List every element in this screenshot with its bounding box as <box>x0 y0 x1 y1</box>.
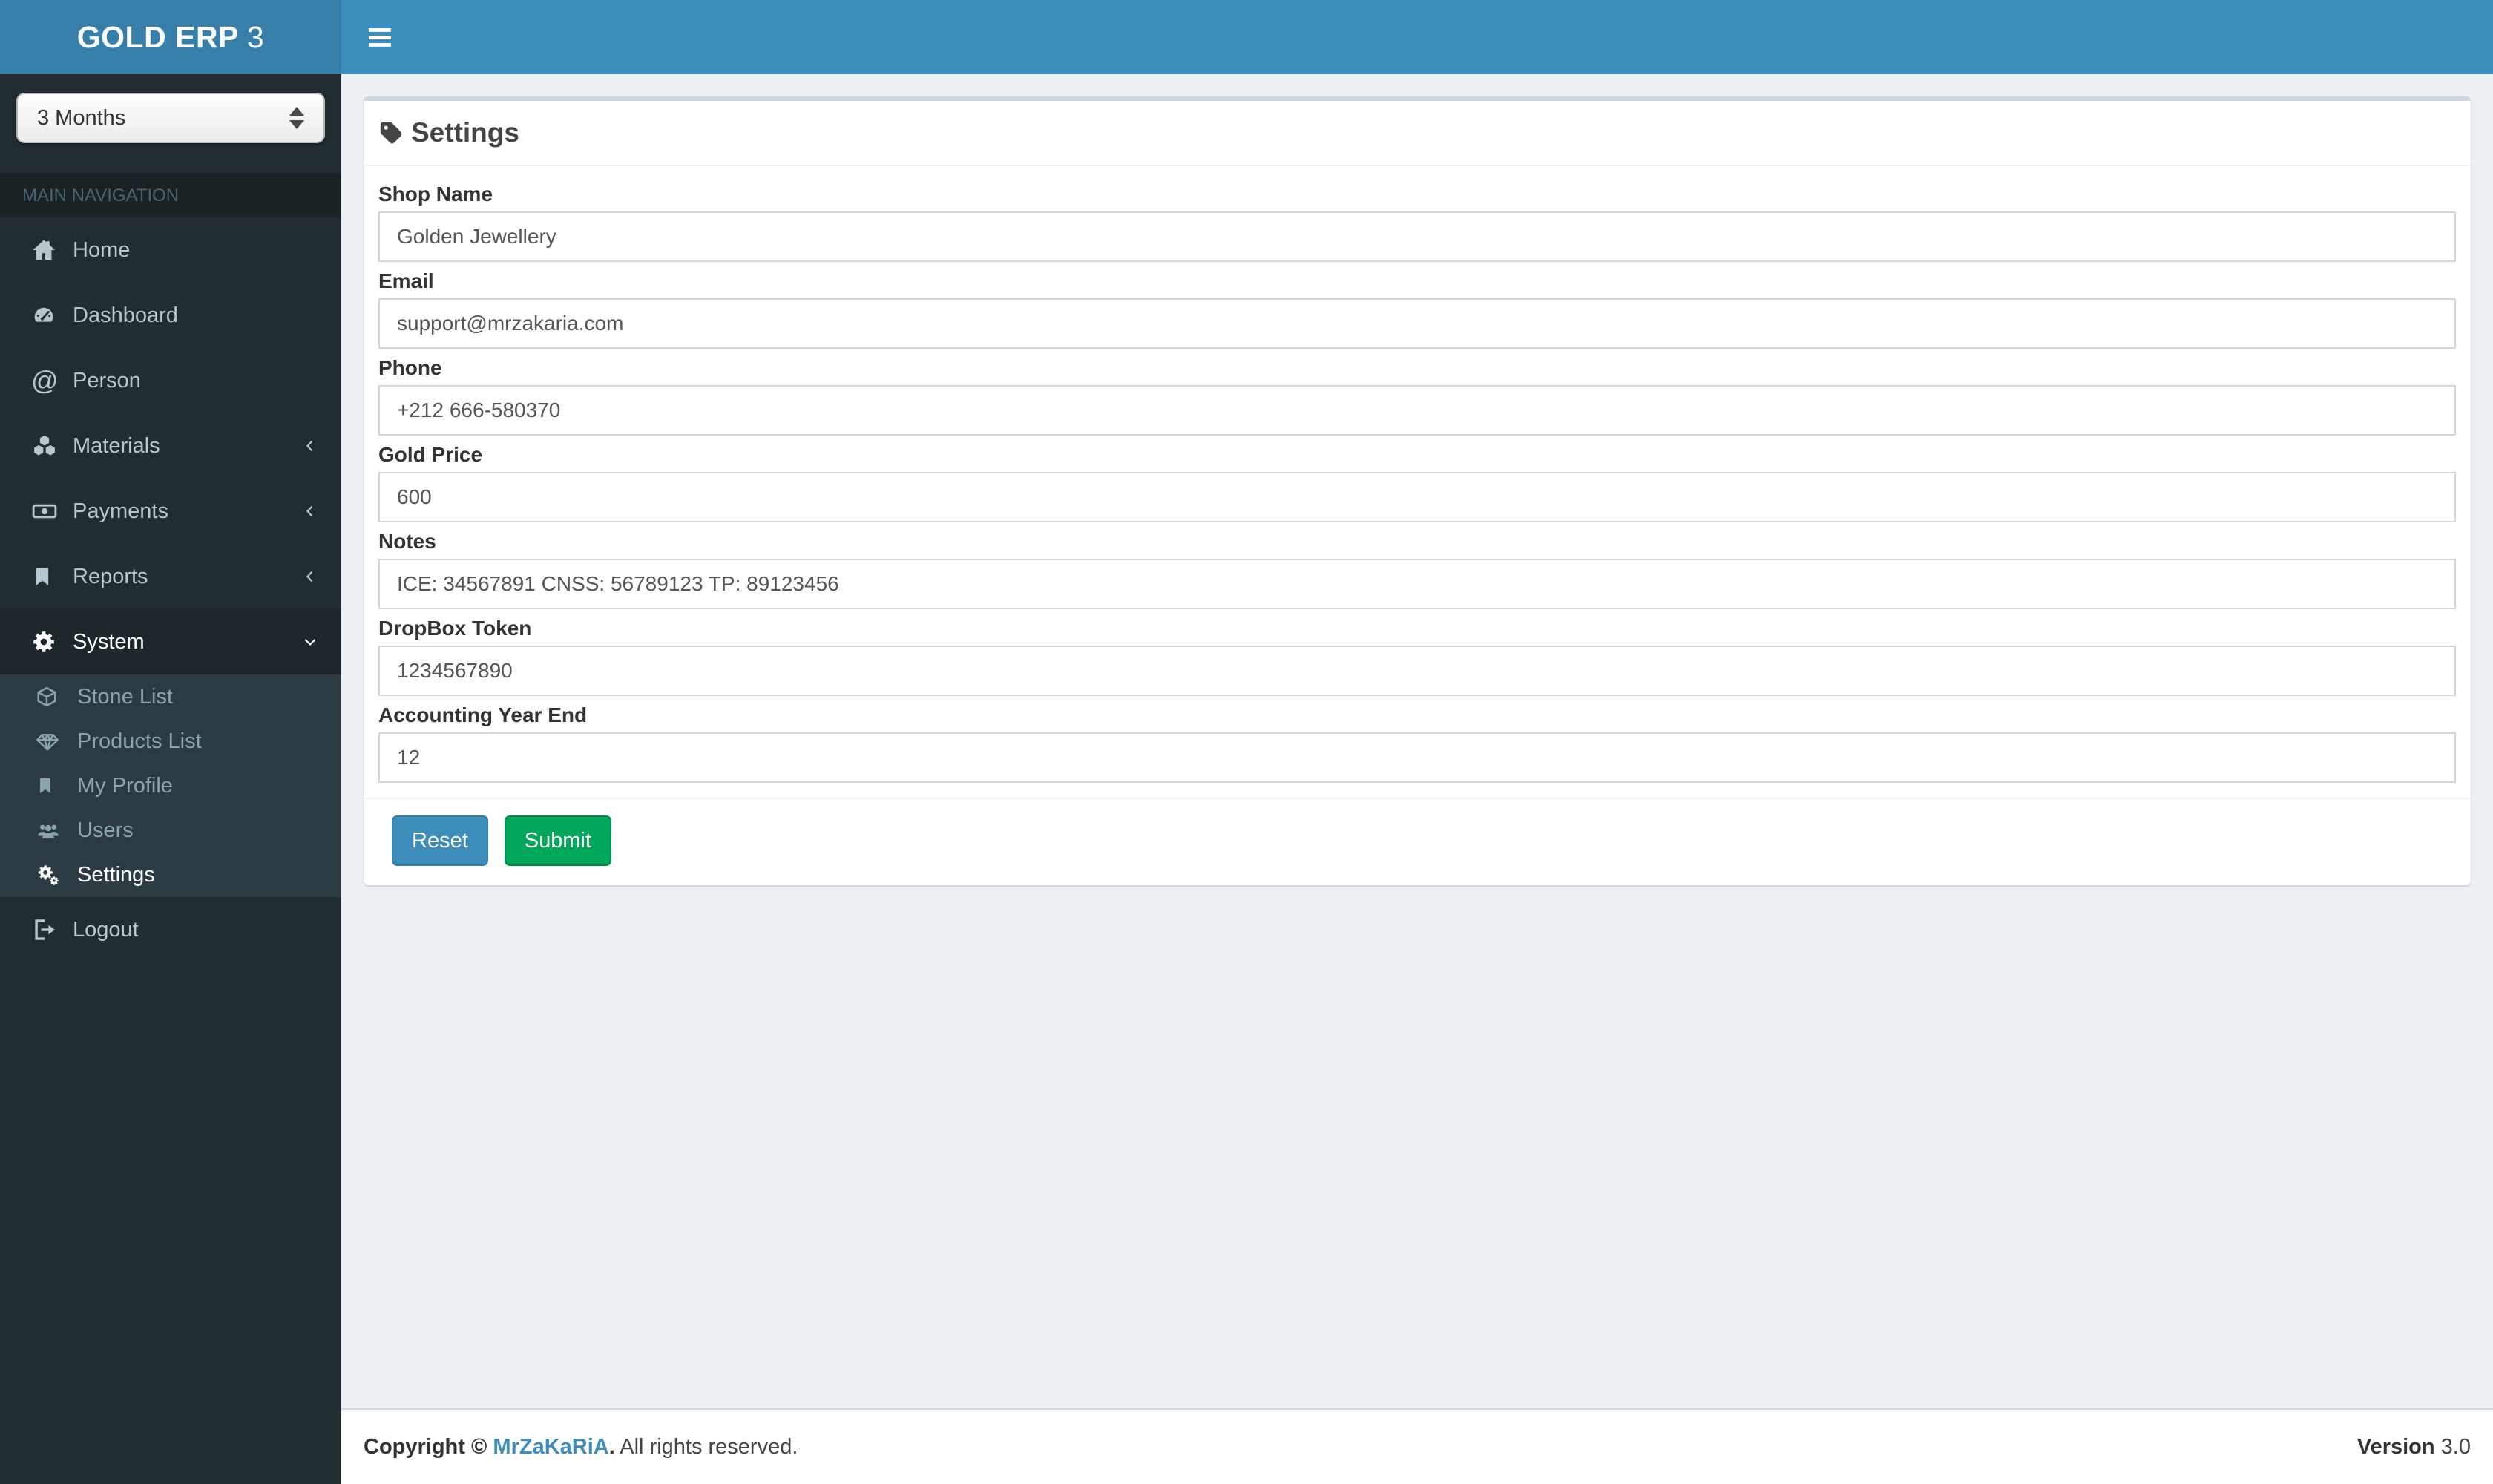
form-group: Gold Price <box>378 443 2456 522</box>
field-label: DropBox Token <box>378 617 532 640</box>
home-icon <box>31 237 61 263</box>
email-input[interactable] <box>378 298 2456 349</box>
sidebar-item-dashboard[interactable]: Dashboard <box>0 283 341 348</box>
copyright-prefix: Copyright © <box>364 1434 487 1459</box>
field-label: Gold Price <box>378 443 483 466</box>
settings-form: Shop Name Email Phone Gold Price Notes D… <box>364 166 2471 798</box>
form-group: DropBox Token <box>378 617 2456 696</box>
top-navbar <box>341 0 2493 74</box>
sidebar-item-stone-list[interactable]: Stone List <box>0 674 341 719</box>
chevron-left-icon <box>301 502 319 520</box>
reset-button[interactable]: Reset <box>392 815 488 866</box>
system-submenu: Stone List Products List My Profile User… <box>0 674 341 897</box>
at-icon: @ <box>31 365 59 395</box>
field-label: Shop Name <box>378 183 493 206</box>
period-select-value: 3 Months <box>37 105 126 130</box>
settings-card: Settings Shop Name Email Phone Gold Pric… <box>364 96 2471 885</box>
content-area: Settings Shop Name Email Phone Gold Pric… <box>341 74 2493 1408</box>
cube-icon <box>36 685 68 709</box>
form-group: Shop Name <box>378 183 2456 262</box>
tag-icon <box>378 120 404 145</box>
version-number: 3.0 <box>2440 1434 2471 1459</box>
sidebar-item-reports[interactable]: Reports <box>0 544 341 609</box>
card-footer: Reset Submit <box>364 798 2471 885</box>
field-label: Notes <box>378 530 436 553</box>
page-title: Settings <box>378 117 519 148</box>
submit-button[interactable]: Submit <box>504 815 612 866</box>
brand-bold: GOLD ERP <box>76 19 239 54</box>
main-header: GOLD ERP 3 <box>0 0 2493 74</box>
page-title-text: Settings <box>411 117 519 148</box>
nav-item-label: Logout <box>73 917 139 942</box>
nav-item-label: Materials <box>73 433 160 458</box>
shop-name-input[interactable] <box>378 211 2456 262</box>
card-header: Settings <box>364 101 2471 166</box>
nav-item-label: My Profile <box>77 773 173 798</box>
nav-item-label: Users <box>77 818 134 842</box>
sidebar-item-payments[interactable]: Payments <box>0 479 341 544</box>
bookmark-icon <box>31 564 61 589</box>
period-select[interactable]: 3 Months <box>16 93 325 143</box>
field-label: Phone <box>378 356 442 379</box>
diamond-icon <box>36 729 68 753</box>
sidebar-item-products-list[interactable]: Products List <box>0 719 341 764</box>
copyright: Copyright © MrZaKaRiA. All rights reserv… <box>364 1435 798 1460</box>
sidebar-item-home[interactable]: Home <box>0 217 341 283</box>
notes-input[interactable] <box>378 559 2456 609</box>
sidebar-item-materials[interactable]: Materials <box>0 413 341 479</box>
nav-item-label: Reports <box>73 564 148 588</box>
form-group: Accounting Year End <box>378 703 2456 783</box>
chevron-left-icon <box>301 568 319 585</box>
version-label: Version <box>2356 1434 2435 1459</box>
gold-price-input[interactable] <box>378 472 2456 522</box>
form-group: Phone <box>378 356 2456 436</box>
brand-logo[interactable]: GOLD ERP 3 <box>0 0 341 74</box>
nav-item-label: Products List <box>77 729 202 753</box>
bookmark-icon <box>36 774 68 798</box>
users-icon <box>36 818 68 842</box>
dropbox-token-input[interactable] <box>378 646 2456 696</box>
nav-item-label: Person <box>73 368 141 393</box>
hamburger-icon <box>369 27 391 32</box>
page-footer: Copyright © MrZaKaRiA. All rights reserv… <box>341 1408 2493 1484</box>
author-suffix: . <box>608 1434 615 1459</box>
chevron-down-icon <box>301 633 319 651</box>
version-info: Version 3.0 <box>2357 1435 2471 1460</box>
field-label: Email <box>378 269 434 292</box>
nav-item-label: System <box>73 629 145 654</box>
nav-item-label: Payments <box>73 499 168 523</box>
form-group: Notes <box>378 530 2456 609</box>
nav-item-label: Settings <box>77 862 155 887</box>
sidebar-item-logout[interactable]: Logout <box>0 897 341 962</box>
author-link[interactable]: MrZaKaRiA <box>493 1435 608 1459</box>
sign-out-icon <box>31 917 61 942</box>
nav-item-label: Home <box>73 237 131 262</box>
select-stepper-icon <box>289 107 304 129</box>
sidebar: 3 Months MAIN NAVIGATION Home Dashboard … <box>0 74 341 1484</box>
sidebar-toggle-button[interactable] <box>341 0 418 74</box>
accounting-year-end-input[interactable] <box>378 732 2456 783</box>
money-icon <box>31 499 61 524</box>
sidebar-section-header: MAIN NAVIGATION <box>0 173 341 217</box>
dashboard-icon <box>31 303 61 328</box>
cubes-icon <box>31 433 61 459</box>
nav-item-label: Stone List <box>77 684 173 709</box>
sidebar-item-person[interactable]: @ Person <box>0 348 341 413</box>
brand-thin: 3 <box>246 19 265 54</box>
sidebar-item-users[interactable]: Users <box>0 808 341 853</box>
form-group: Email <box>378 269 2456 349</box>
gears-icon <box>36 863 68 887</box>
sidebar-item-my-profile[interactable]: My Profile <box>0 764 341 808</box>
rights-text: All rights reserved. <box>620 1434 798 1459</box>
gear-icon <box>31 629 61 654</box>
field-label: Accounting Year End <box>378 703 588 726</box>
nav-item-label: Dashboard <box>73 303 178 327</box>
sidebar-item-system[interactable]: System <box>0 609 341 674</box>
chevron-left-icon <box>301 437 319 455</box>
phone-input[interactable] <box>378 385 2456 436</box>
sidebar-item-settings[interactable]: Settings <box>0 853 341 897</box>
